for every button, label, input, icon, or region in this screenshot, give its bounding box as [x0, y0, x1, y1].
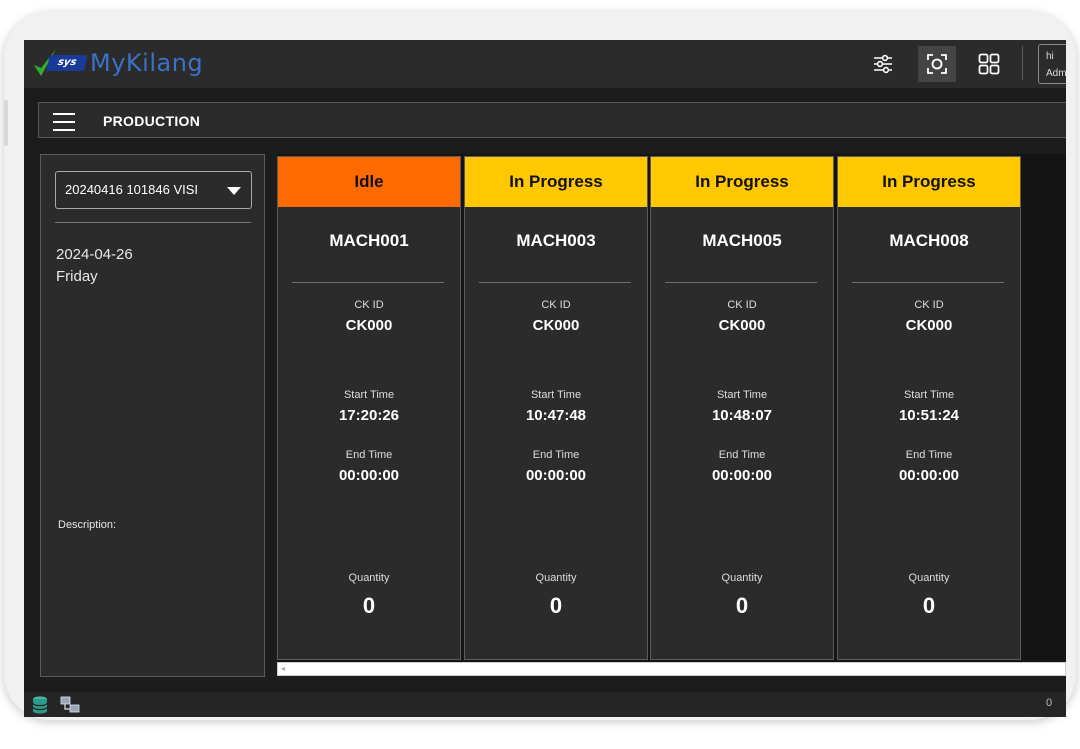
- grid-icon: [978, 53, 1000, 75]
- tablet-frame: sys MyKilang hi Adm PRODUCTION 20240416 …: [4, 12, 1076, 720]
- ck-id-label: CK ID: [727, 299, 757, 311]
- chevron-down-icon: [227, 187, 241, 195]
- description-label: Description:: [58, 519, 117, 531]
- app-logo[interactable]: sys MyKilang: [32, 46, 232, 80]
- filter-settings-button[interactable]: [864, 46, 902, 82]
- end-time-value: 00:00:00: [898, 467, 960, 484]
- status-bar: 0: [24, 692, 1066, 717]
- start-time-label: Start Time: [530, 389, 582, 401]
- focus-view-button[interactable]: [918, 46, 956, 82]
- machine-name: MACH001: [329, 231, 409, 250]
- logo-text: MyKilang: [90, 49, 204, 77]
- user-greeting: hi: [1046, 51, 1054, 62]
- ck-id-value: CK000: [905, 317, 953, 334]
- start-time-label: Start Time: [343, 389, 395, 401]
- quantity-value: 0: [549, 593, 563, 618]
- machine-card[interactable]: Idle MACH001 CK ID CK000 Start Time 17:2…: [277, 156, 461, 660]
- card-divider: [852, 282, 1004, 283]
- quantity-value: 0: [362, 593, 376, 618]
- batch-select[interactable]: 20240416 101846 VISI: [55, 171, 252, 209]
- focus-icon: [927, 54, 947, 74]
- card-divider: [479, 282, 631, 283]
- page-title: PRODUCTION: [103, 113, 201, 129]
- status-bar-text: 0: [1046, 697, 1053, 709]
- grid-view-button[interactable]: [970, 46, 1008, 82]
- app-screen: sys MyKilang hi Adm PRODUCTION 20240416 …: [24, 40, 1066, 717]
- status-header: Idle: [278, 157, 460, 207]
- batch-select-value: 20240416 101846 VISI: [65, 182, 199, 197]
- network-icon[interactable]: [60, 695, 80, 715]
- ck-id-value: CK000: [718, 317, 766, 334]
- machine-card[interactable]: In Progress MACH008 CK ID CK000 Start Ti…: [837, 156, 1021, 660]
- current-date: 2024-04-26: [56, 246, 133, 263]
- end-time-label: End Time: [532, 449, 580, 461]
- quantity-label: Quantity: [721, 572, 763, 584]
- machine-name: MACH003: [516, 231, 596, 250]
- machine-card[interactable]: In Progress MACH005 CK ID CK000 Start Ti…: [650, 156, 834, 660]
- topbar-separator: [1022, 46, 1023, 80]
- hamburger-line: [53, 129, 75, 131]
- end-time-value: 00:00:00: [711, 467, 773, 484]
- end-time-label: End Time: [905, 449, 953, 461]
- tablet-side-button: [4, 100, 8, 146]
- quantity-label: Quantity: [908, 572, 950, 584]
- status-header: In Progress: [651, 157, 833, 207]
- end-time-label: End Time: [345, 449, 393, 461]
- machine-name: MACH008: [889, 231, 969, 250]
- database-icon[interactable]: [30, 695, 50, 715]
- status-header: In Progress: [838, 157, 1020, 207]
- ck-id-label: CK ID: [914, 299, 944, 311]
- quantity-value: 0: [922, 593, 936, 618]
- ck-id-label: CK ID: [541, 299, 571, 311]
- menu-toggle-button[interactable]: [53, 113, 77, 131]
- machine-card[interactable]: In Progress MACH003 CK ID CK000 Start Ti…: [464, 156, 648, 660]
- start-time-value: 10:51:24: [898, 407, 960, 424]
- status-header: In Progress: [465, 157, 647, 207]
- scroll-left-icon[interactable]: ◂: [281, 664, 285, 673]
- end-time-label: End Time: [718, 449, 766, 461]
- quantity-value: 0: [735, 593, 749, 618]
- card-divider: [292, 282, 444, 283]
- user-role: Adm: [1046, 68, 1066, 79]
- user-account-button[interactable]: hi Adm: [1038, 44, 1066, 84]
- top-bar: sys MyKilang hi Adm: [24, 40, 1066, 88]
- hamburger-line: [53, 121, 75, 123]
- start-time-value: 10:48:07: [711, 407, 773, 424]
- start-time-value: 17:20:26: [338, 407, 400, 424]
- left-panel: 20240416 101846 VISI 2024-04-26 Friday D…: [40, 154, 265, 677]
- start-time-label: Start Time: [716, 389, 768, 401]
- ck-id-value: CK000: [532, 317, 580, 334]
- start-time-value: 10:47:48: [525, 407, 587, 424]
- current-day: Friday: [56, 268, 98, 285]
- page-header: PRODUCTION: [38, 102, 1066, 138]
- sliders-icon: [874, 54, 892, 74]
- hamburger-menu-icon: [53, 113, 75, 115]
- end-time-value: 00:00:00: [338, 467, 400, 484]
- quantity-label: Quantity: [535, 572, 577, 584]
- machine-cards-area: Idle MACH001 CK ID CK000 Start Time 17:2…: [277, 154, 1066, 662]
- quantity-label: Quantity: [348, 572, 390, 584]
- ck-id-label: CK ID: [354, 299, 384, 311]
- horizontal-scrollbar[interactable]: ◂: [277, 662, 1066, 676]
- machine-name: MACH005: [702, 231, 782, 250]
- logo-badge: sys: [46, 55, 88, 71]
- left-panel-divider: [55, 222, 251, 223]
- ck-id-value: CK000: [345, 317, 393, 334]
- end-time-value: 00:00:00: [525, 467, 587, 484]
- start-time-label: Start Time: [903, 389, 955, 401]
- card-divider: [665, 282, 817, 283]
